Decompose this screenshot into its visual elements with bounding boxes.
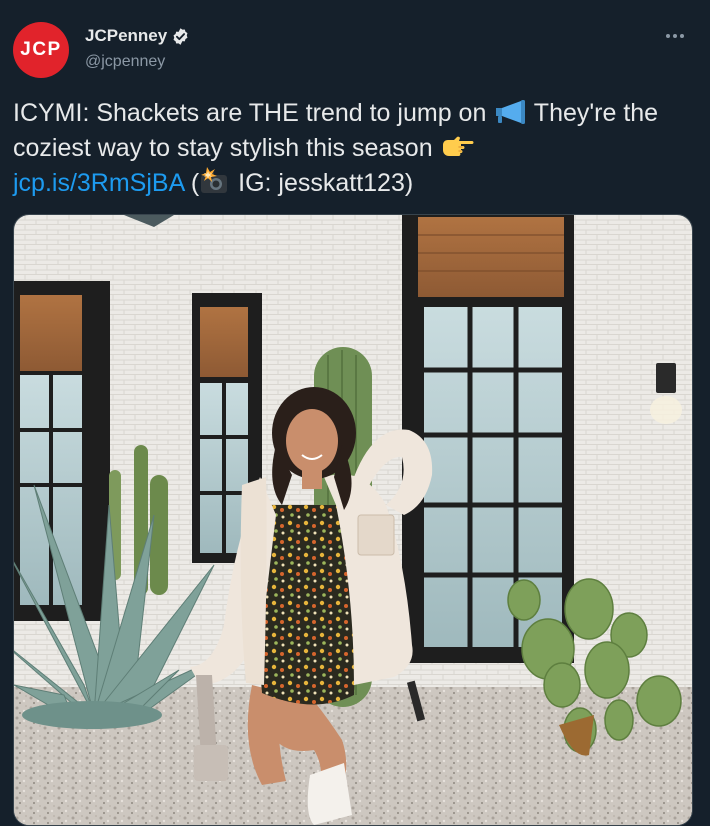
fashion-photo-image — [14, 215, 692, 825]
avatar[interactable]: JCP — [13, 22, 69, 78]
display-name[interactable]: JCPenney — [85, 26, 167, 46]
tweet-text-part4: IG: jesskatt123) — [231, 169, 414, 197]
pointing-right-emoji — [442, 136, 474, 156]
tweet-card: JCP JCPenney @jcpenney ICYMI: Shackets a… — [0, 0, 710, 826]
camera-flash-emoji — [201, 167, 228, 193]
author-handle[interactable]: @jcpenney — [85, 53, 165, 71]
tweet-text: ICYMI: Shackets are THE trend to jump on… — [13, 96, 693, 201]
tweet-media-photo[interactable] — [13, 214, 693, 826]
more-options-icon[interactable] — [662, 24, 688, 48]
tweet-link[interactable]: jcp.is/3RmSjBA — [13, 169, 184, 197]
avatar-logo-text: JCP — [20, 39, 62, 60]
tweet-text-part1: ICYMI: Shackets are THE trend to jump on — [13, 99, 494, 127]
megaphone-emoji — [496, 100, 526, 124]
tweet-text-part3: ( — [183, 169, 200, 197]
author-name-row: JCPenney — [85, 26, 190, 46]
verified-badge-icon — [173, 27, 188, 45]
